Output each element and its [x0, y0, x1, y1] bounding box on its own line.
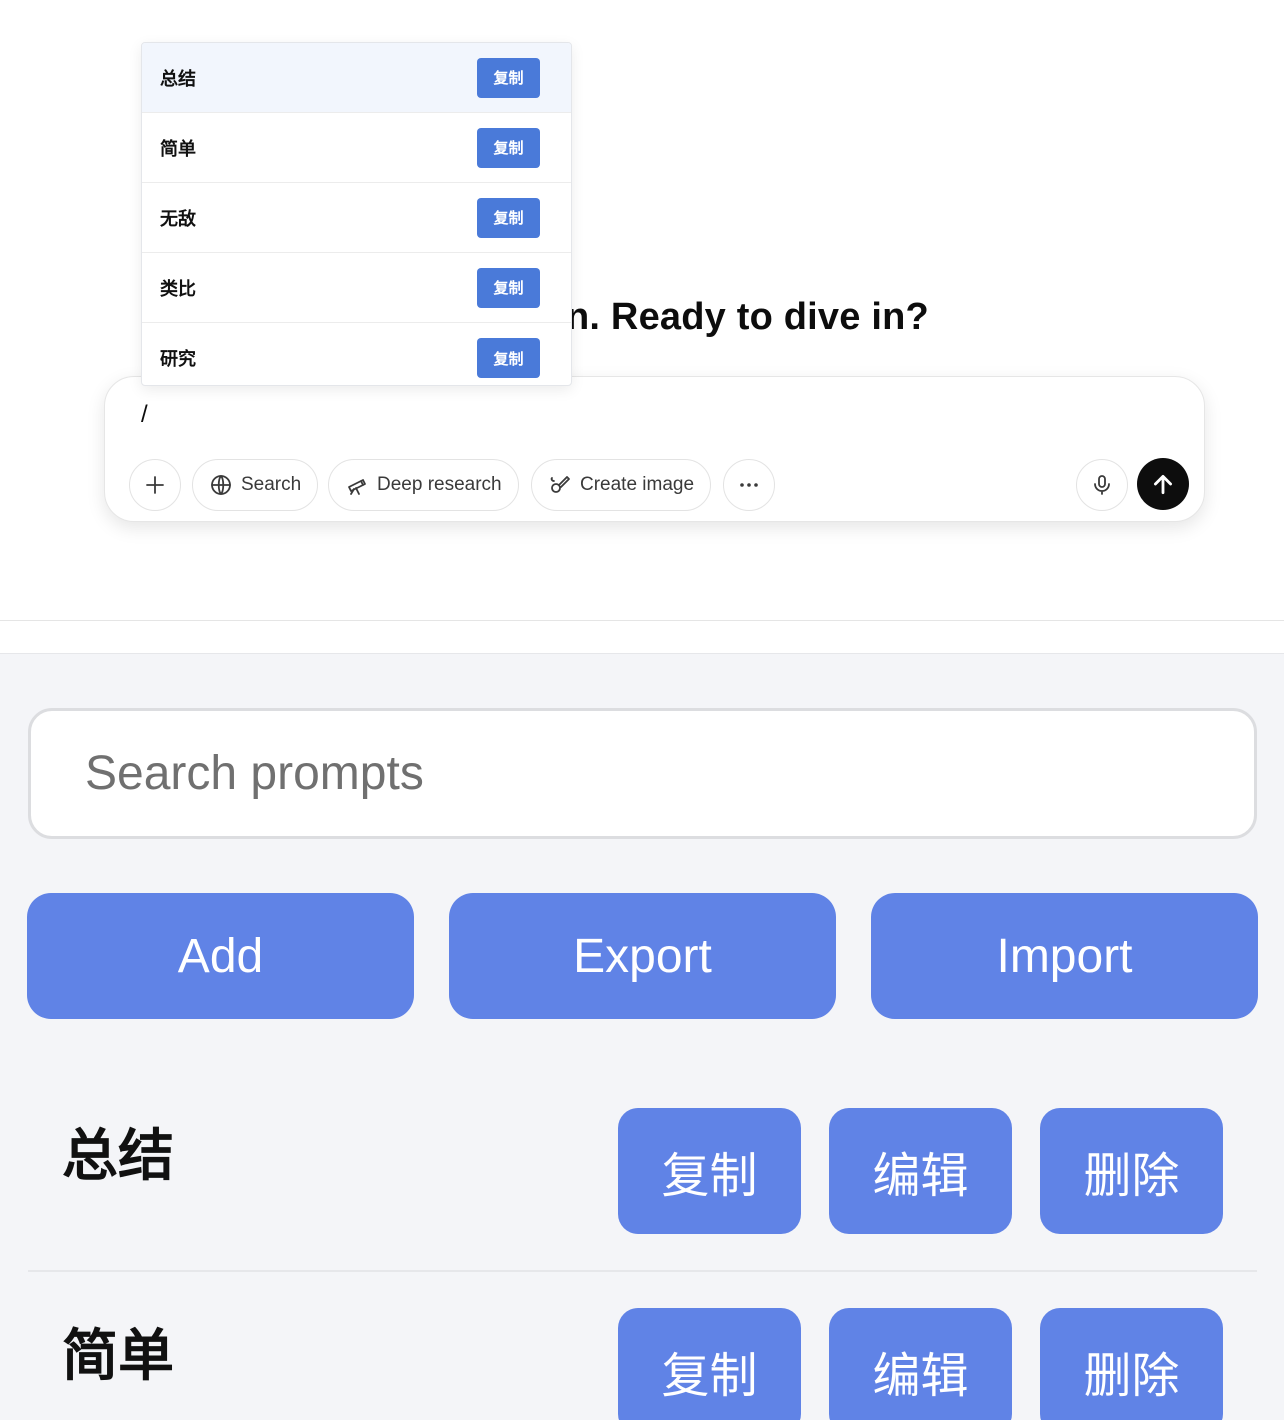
dropdown-item[interactable]: 总结 复制 — [142, 43, 571, 113]
deep-research-label: Deep research — [377, 474, 502, 495]
chat-page: n. Ready to dive in? / Search Deep resea… — [0, 0, 1284, 621]
more-tools-button[interactable] — [723, 459, 775, 511]
create-image-button[interactable]: Create image — [531, 459, 712, 511]
dropdown-copy-button[interactable]: 复制 — [477, 197, 540, 238]
prompt-dropdown: 总结 复制 简单 复制 无敌 复制 类比 复制 研究 复制 — [141, 42, 572, 386]
dropdown-item[interactable]: 简单 复制 — [142, 113, 571, 183]
edit-prompt-button[interactable]: 编辑 — [829, 1308, 1012, 1420]
import-prompts-button[interactable]: Import — [871, 893, 1258, 1019]
prompt-manager-panel: Add Export Import 总结 复制 编辑 删除 简单 复制 编辑 删… — [0, 653, 1284, 1420]
dropdown-item-label: 研究 — [160, 349, 196, 370]
dropdown-copy-button[interactable]: 复制 — [477, 57, 540, 98]
prompt-list-row: 总结 复制 编辑 删除 — [28, 1071, 1257, 1271]
brush-icon — [550, 476, 570, 493]
section-divider — [0, 620, 1284, 621]
delete-prompt-button[interactable]: 删除 — [1040, 1108, 1223, 1234]
dropdown-item[interactable]: 类比 复制 — [142, 253, 571, 323]
prompt-search-box[interactable] — [28, 708, 1257, 839]
dropdown-copy-button[interactable]: 复制 — [477, 267, 540, 308]
copy-prompt-button[interactable]: 复制 — [618, 1308, 801, 1420]
prompt-list-row: 简单 复制 编辑 删除 — [28, 1271, 1257, 1420]
composer-input-text[interactable]: / — [141, 401, 148, 429]
dropdown-item[interactable]: 无敌 复制 — [142, 183, 571, 253]
dropdown-item-label: 无敌 — [160, 208, 196, 230]
plus-icon — [146, 476, 164, 494]
microphone-icon — [1094, 475, 1110, 495]
dropdown-item-label: 简单 — [160, 138, 196, 160]
send-button[interactable] — [1137, 458, 1189, 510]
export-prompts-button[interactable]: Export — [449, 893, 836, 1019]
deep-research-button[interactable]: Deep research — [328, 459, 519, 511]
delete-prompt-button[interactable]: 删除 — [1040, 1308, 1223, 1420]
telescope-icon — [348, 479, 366, 495]
prompt-name: 总结 — [62, 1124, 174, 1189]
edit-prompt-button[interactable]: 编辑 — [829, 1108, 1012, 1234]
search-tool-label: Search — [241, 474, 302, 495]
page-headline: n. Ready to dive in? — [566, 296, 929, 338]
voice-input-button[interactable] — [1076, 459, 1128, 511]
add-attachment-button[interactable] — [129, 459, 181, 511]
arrow-up-icon — [1154, 475, 1172, 495]
dropdown-copy-button[interactable]: 复制 — [477, 127, 540, 168]
dropdown-item-label: 类比 — [160, 278, 196, 300]
dropdown-item-label: 总结 — [160, 68, 196, 90]
dropdown-item[interactable]: 研究 复制 — [142, 323, 571, 385]
chat-composer[interactable]: / Search Deep research Create image — [104, 376, 1205, 522]
globe-icon — [211, 475, 231, 495]
copy-prompt-button[interactable]: 复制 — [618, 1108, 801, 1234]
prompt-search-input[interactable] — [85, 746, 1254, 801]
ellipsis-icon — [740, 483, 758, 487]
add-prompt-button[interactable]: Add — [27, 893, 414, 1019]
create-image-label: Create image — [580, 474, 695, 495]
dropdown-copy-button[interactable]: 复制 — [477, 338, 540, 378]
prompt-name: 简单 — [62, 1324, 174, 1389]
search-tool-button[interactable]: Search — [192, 459, 319, 511]
